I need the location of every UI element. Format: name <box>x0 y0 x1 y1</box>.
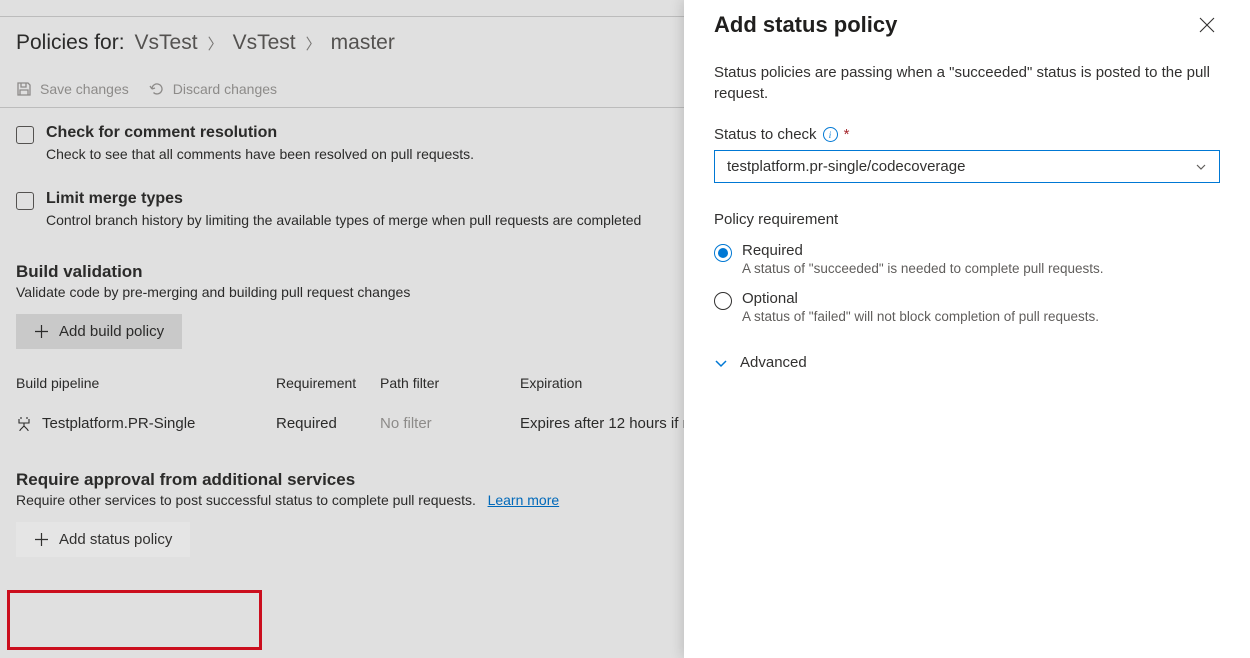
plus-icon <box>34 532 49 547</box>
plus-icon <box>34 324 49 339</box>
check-desc: Control branch history by limiting the a… <box>46 212 641 228</box>
save-icon <box>16 81 32 97</box>
breadcrumb-item[interactable]: VsTest <box>233 31 296 55</box>
status-value: testplatform.pr-single/codecoverage <box>727 158 965 175</box>
save-button[interactable]: Save changes <box>16 81 129 97</box>
radio-button[interactable] <box>714 292 732 310</box>
close-button[interactable] <box>1194 12 1220 38</box>
check-title: Check for comment resolution <box>46 124 474 142</box>
status-to-check-select[interactable]: testplatform.pr-single/codecoverage <box>714 150 1220 183</box>
policy-requirement-header: Policy requirement <box>714 211 1220 228</box>
radio-required-label: Required <box>742 242 1104 259</box>
advanced-toggle[interactable]: Advanced <box>714 354 1220 371</box>
add-build-policy-label: Add build policy <box>59 323 164 340</box>
pipeline-icon <box>16 416 32 432</box>
chevron-down-icon <box>714 356 728 370</box>
chevron-right-icon: 〉 <box>208 33 223 54</box>
breadcrumb-item[interactable]: master <box>331 31 395 55</box>
checkbox[interactable] <box>16 192 34 210</box>
advanced-label: Advanced <box>740 354 807 371</box>
radio-optional[interactable]: Optional A status of "failed" will not b… <box>714 290 1220 324</box>
check-title: Limit merge types <box>46 190 641 208</box>
cell-requirement: Required <box>276 415 380 432</box>
pipeline-name: Testplatform.PR-Single <box>42 415 195 432</box>
radio-button[interactable] <box>714 244 732 262</box>
add-build-policy-button[interactable]: Add build policy <box>16 314 182 349</box>
required-star: * <box>844 126 850 143</box>
highlight-box <box>7 590 262 650</box>
status-to-check-label: Status to check i * <box>714 126 1220 143</box>
add-status-policy-label: Add status policy <box>59 531 172 548</box>
info-icon[interactable]: i <box>823 127 838 142</box>
col-requirement: Requirement <box>276 375 380 391</box>
chevron-down-icon <box>1195 161 1207 173</box>
radio-required[interactable]: Required A status of "succeeded" is need… <box>714 242 1220 276</box>
col-filter: Path filter <box>380 375 520 391</box>
panel-title: Add status policy <box>714 12 897 38</box>
radio-required-sub: A status of "succeeded" is needed to com… <box>742 261 1104 276</box>
undo-icon <box>149 81 165 97</box>
add-status-policy-panel: Add status policy Status policies are pa… <box>684 0 1250 658</box>
cell-filter: No filter <box>380 415 520 432</box>
radio-optional-label: Optional <box>742 290 1099 307</box>
learn-more-link[interactable]: Learn more <box>488 492 560 508</box>
panel-desc: Status policies are passing when a "succ… <box>714 62 1220 104</box>
breadcrumb-item[interactable]: VsTest <box>135 31 198 55</box>
discard-label: Discard changes <box>173 81 277 97</box>
radio-optional-sub: A status of "failed" will not block comp… <box>742 309 1099 324</box>
close-icon <box>1198 16 1216 34</box>
col-pipeline: Build pipeline <box>16 375 276 391</box>
add-status-policy-button[interactable]: Add status policy <box>16 522 190 557</box>
check-desc: Check to see that all comments have been… <box>46 146 474 162</box>
save-label: Save changes <box>40 81 129 97</box>
chevron-right-icon: 〉 <box>306 33 321 54</box>
checkbox[interactable] <box>16 126 34 144</box>
discard-button[interactable]: Discard changes <box>149 81 277 97</box>
breadcrumb-prefix: Policies for: <box>16 31 125 55</box>
